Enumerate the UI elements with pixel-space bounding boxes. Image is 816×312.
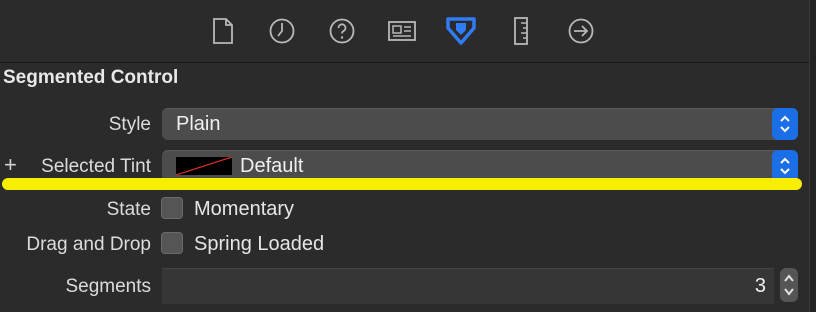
section-title: Segmented Control: [3, 67, 179, 88]
style-value: Plain: [176, 113, 221, 135]
identity-inspector-icon[interactable]: [385, 14, 419, 48]
spring-loaded-checkbox[interactable]: [161, 232, 183, 254]
spring-loaded-label[interactable]: Spring Loaded: [194, 233, 324, 256]
highlight-marker: [2, 178, 802, 190]
panel-edge: [809, 0, 816, 312]
state-label: State: [106, 199, 151, 220]
style-popup-arrows-icon[interactable]: [772, 108, 798, 140]
quick-help-icon[interactable]: [325, 14, 359, 48]
segments-stepper[interactable]: [780, 268, 798, 302]
attributes-inspector-icon[interactable]: [444, 14, 478, 48]
selected-tint-value: Default: [240, 155, 304, 177]
connections-inspector-icon[interactable]: [564, 14, 598, 48]
segments-field[interactable]: 3: [162, 268, 774, 304]
history-inspector-icon[interactable]: [265, 14, 299, 48]
momentary-label[interactable]: Momentary: [194, 198, 294, 221]
inspector-toolbar: [0, 0, 810, 63]
style-popup[interactable]: Plain: [162, 108, 798, 140]
segments-label: Segments: [65, 276, 151, 297]
momentary-checkbox[interactable]: [161, 197, 183, 219]
drag-and-drop-label: Drag and Drop: [26, 234, 151, 255]
color-swatch: [176, 157, 232, 175]
segments-value: 3: [754, 275, 766, 297]
add-variation-button[interactable]: +: [4, 153, 17, 177]
file-inspector-icon[interactable]: [206, 14, 240, 48]
selected-tint-label: Selected Tint: [41, 156, 151, 177]
style-label: Style: [108, 114, 151, 135]
size-inspector-icon[interactable]: [504, 14, 538, 48]
